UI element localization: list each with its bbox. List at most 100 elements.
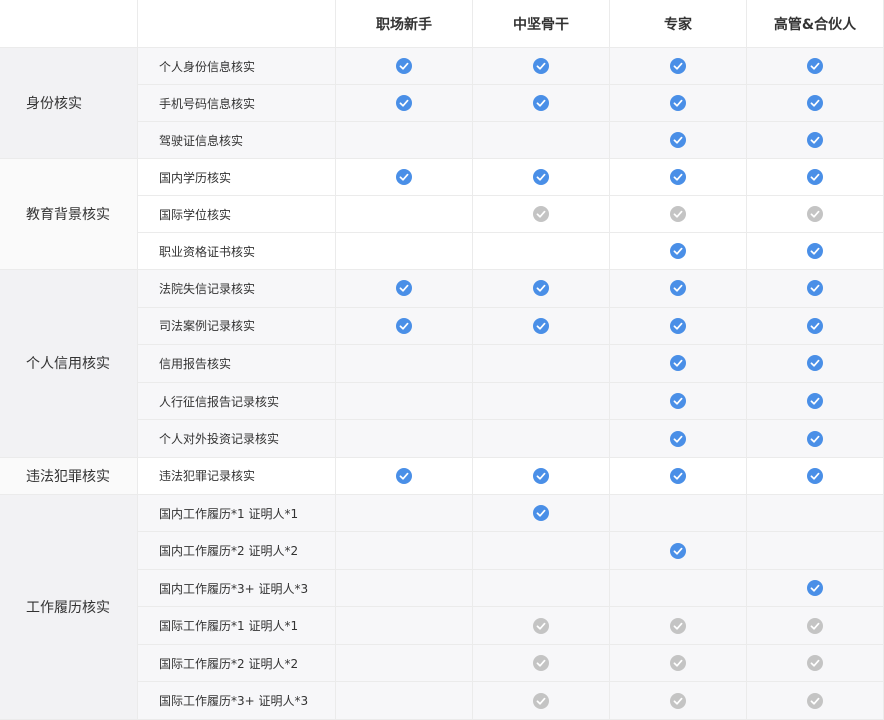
check-cell [610, 48, 747, 85]
check-cell [336, 196, 473, 233]
check-cell [747, 270, 884, 308]
check-cell [336, 457, 473, 495]
check-included-icon [807, 132, 823, 148]
check-cell [336, 532, 473, 570]
item-header-cell [138, 0, 336, 48]
check-included-icon [396, 169, 412, 185]
check-included-icon [807, 355, 823, 372]
check-included-icon [807, 280, 823, 297]
item-name-cell: 国内工作履历*2 证明人*2 [138, 532, 336, 570]
item-name-cell: 信用报告核实 [138, 345, 336, 383]
check-included-icon [670, 542, 686, 559]
check-cell [336, 270, 473, 308]
check-cell [747, 457, 884, 495]
check-cell [610, 494, 747, 533]
item-name-cell: 国际学位核实 [138, 196, 336, 233]
check-included-icon [807, 430, 823, 447]
check-cell [747, 569, 884, 608]
item-name-cell: 驾驶证信息核实 [138, 122, 336, 159]
check-cell [747, 644, 884, 683]
check-cell [473, 48, 610, 85]
check-included-icon [670, 393, 686, 410]
plan-comparison-table: 职场新手 中坚骨干 专家 高管&合伙人 身份核实 个人身份信息核实 手机号码信息核实 驾驶证信… [0, 0, 884, 720]
check-cell [747, 607, 884, 645]
check-included-icon [533, 58, 549, 74]
check-included-icon [533, 317, 549, 334]
check-cell [336, 307, 473, 346]
check-optional-icon [533, 655, 549, 672]
category-cell: 身份核实 [0, 48, 138, 159]
check-cell [747, 494, 884, 533]
check-cell [473, 494, 610, 533]
check-cell [473, 457, 610, 495]
check-cell [747, 382, 884, 421]
check-cell [473, 270, 610, 308]
check-cell [610, 682, 747, 720]
check-included-icon [807, 393, 823, 410]
check-cell [473, 159, 610, 196]
item-name-cell: 司法案例记录核实 [138, 307, 336, 346]
check-cell [610, 85, 747, 122]
item-name-cell: 国内工作履历*1 证明人*1 [138, 494, 336, 533]
check-included-icon [533, 169, 549, 185]
check-cell [747, 85, 884, 122]
check-cell [473, 682, 610, 720]
check-included-icon [670, 317, 686, 334]
check-optional-icon [533, 206, 549, 222]
check-cell [336, 569, 473, 608]
check-included-icon [396, 467, 412, 484]
item-name-cell: 法院失信记录核实 [138, 270, 336, 308]
check-cell [473, 233, 610, 270]
check-included-icon [807, 580, 823, 597]
item-name-cell: 个人身份信息核实 [138, 48, 336, 85]
plan-header-3: 专家 [610, 0, 747, 48]
check-cell [473, 382, 610, 421]
check-cell [473, 644, 610, 683]
check-cell [336, 644, 473, 683]
check-cell [336, 48, 473, 85]
check-cell [336, 420, 473, 458]
check-optional-icon [533, 617, 549, 634]
check-cell [473, 420, 610, 458]
check-optional-icon [533, 692, 549, 709]
check-cell [747, 682, 884, 720]
check-included-icon [807, 317, 823, 334]
check-cell [336, 159, 473, 196]
check-cell [747, 159, 884, 196]
check-cell [747, 233, 884, 270]
plan-header-4: 高管&合伙人 [747, 0, 884, 48]
item-name-cell: 职业资格证书核实 [138, 233, 336, 270]
check-included-icon [807, 169, 823, 185]
plan-header-2: 中坚骨干 [473, 0, 610, 48]
check-cell [610, 532, 747, 570]
check-included-icon [807, 58, 823, 74]
check-cell [336, 345, 473, 383]
check-cell [336, 682, 473, 720]
check-optional-icon [807, 206, 823, 222]
check-cell [473, 345, 610, 383]
check-included-icon [396, 95, 412, 111]
check-cell [336, 233, 473, 270]
check-included-icon [670, 243, 686, 259]
check-included-icon [396, 280, 412, 297]
check-optional-icon [670, 655, 686, 672]
check-optional-icon [807, 655, 823, 672]
check-cell [610, 307, 747, 346]
check-cell [747, 532, 884, 570]
check-cell [610, 122, 747, 159]
check-cell [610, 270, 747, 308]
plan-header-1: 职场新手 [336, 0, 473, 48]
check-cell [610, 345, 747, 383]
check-included-icon [670, 169, 686, 185]
check-included-icon [533, 467, 549, 484]
category-cell: 违法犯罪核实 [0, 457, 138, 495]
check-included-icon [396, 58, 412, 74]
check-cell [610, 420, 747, 458]
check-included-icon [670, 280, 686, 297]
check-optional-icon [670, 206, 686, 222]
check-cell [610, 196, 747, 233]
check-included-icon [807, 95, 823, 111]
check-cell [747, 122, 884, 159]
item-name-cell: 国内学历核实 [138, 159, 336, 196]
check-included-icon [670, 95, 686, 111]
